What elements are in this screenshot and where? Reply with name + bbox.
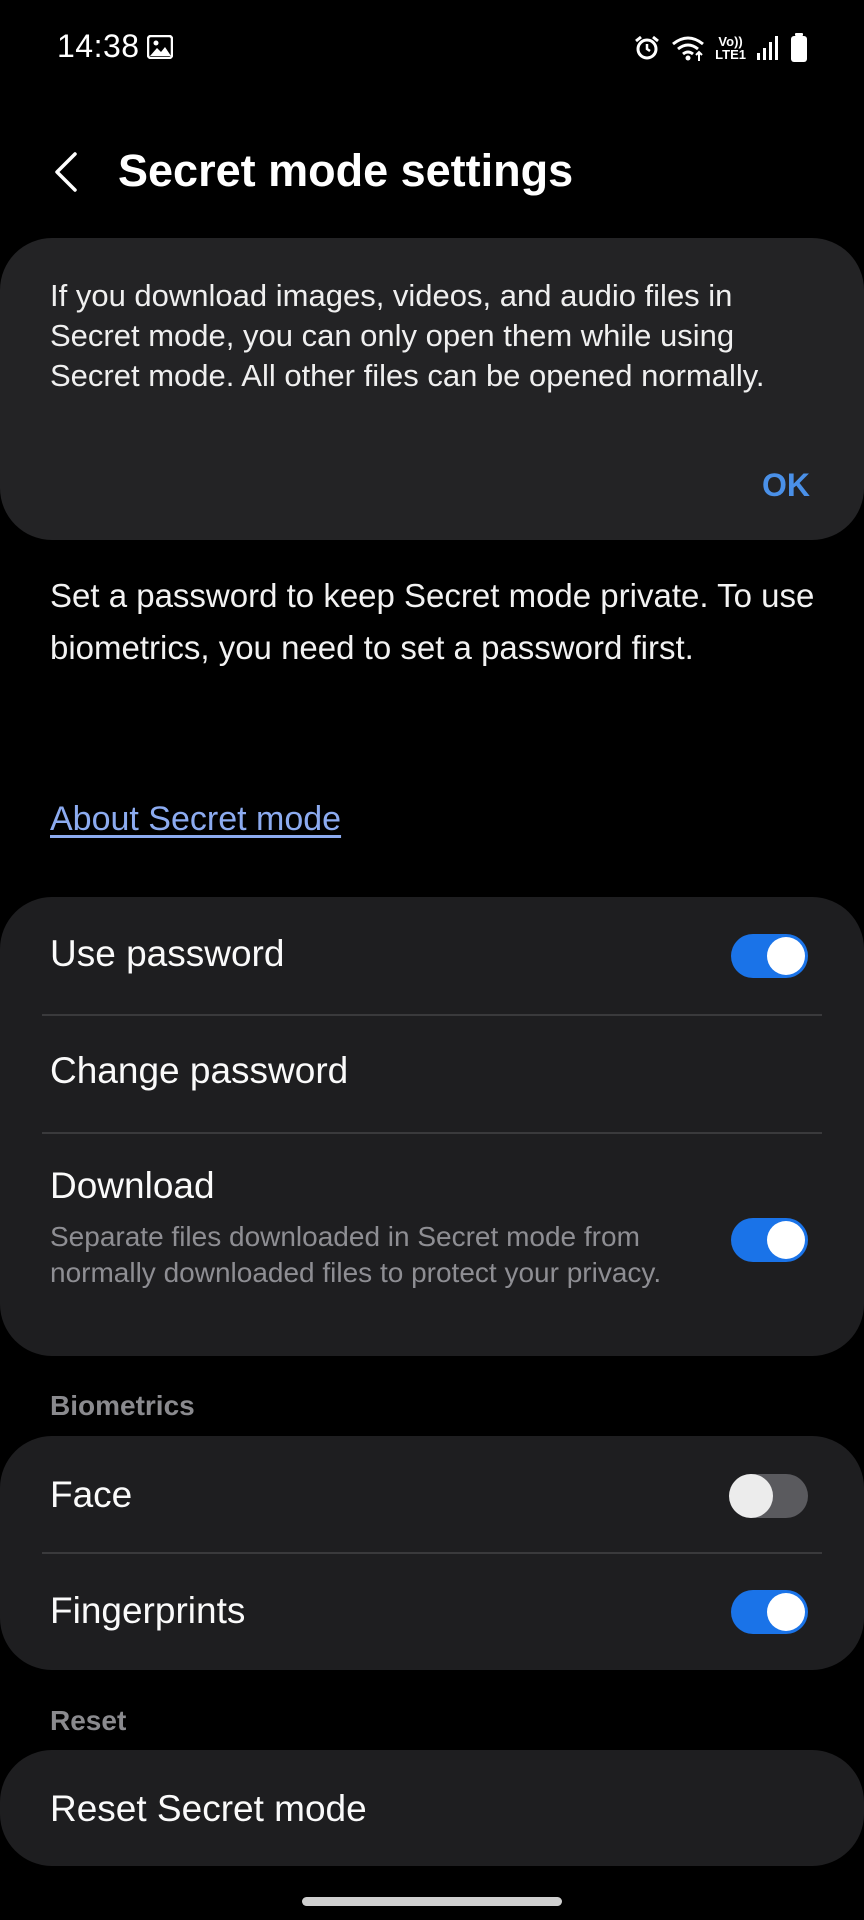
use-password-label: Use password <box>50 933 285 974</box>
notice-text: If you download images, videos, and audi… <box>50 278 765 393</box>
notice-ok-button[interactable]: OK <box>762 467 810 504</box>
fingerprints-label: Fingerprints <box>50 1590 246 1631</box>
gallery-notification-icon <box>146 34 174 60</box>
toggle-knob <box>767 937 805 975</box>
face-toggle[interactable] <box>729 1474 808 1518</box>
volte-icon: Vo)) LTE1 <box>715 35 746 61</box>
face-row[interactable]: Face <box>0 1436 864 1553</box>
status-icons: Vo)) LTE1 <box>633 30 808 66</box>
reset-secret-mode-label: Reset Secret mode <box>50 1788 367 1829</box>
intro-text: Set a password to keep Secret mode priva… <box>50 577 815 666</box>
biometrics-section-header: Biometrics <box>50 1390 195 1421</box>
download-row[interactable]: Download Separate files downloaded in Se… <box>0 1134 864 1356</box>
change-password-label: Change password <box>50 1050 349 1091</box>
about-secret-mode-link[interactable]: About Secret mode <box>50 800 341 839</box>
password-settings-group: Use password Change password Download Se… <box>0 897 864 1356</box>
back-button[interactable] <box>44 148 88 196</box>
change-password-row[interactable]: Change password <box>0 1016 864 1132</box>
use-password-toggle[interactable] <box>731 934 808 978</box>
reset-section-header: Reset <box>50 1705 127 1736</box>
download-description: Separate files downloaded in Secret mode… <box>50 1221 662 1288</box>
fingerprints-toggle[interactable] <box>731 1590 808 1634</box>
status-bar: 14:38 Vo)) LTE1 <box>0 0 864 96</box>
home-indicator[interactable] <box>302 1897 562 1906</box>
reset-group: Reset Secret mode <box>0 1750 864 1866</box>
face-label: Face <box>50 1474 133 1515</box>
toggle-knob <box>767 1221 805 1259</box>
toggle-knob <box>729 1474 773 1518</box>
use-password-row[interactable]: Use password <box>0 897 864 1015</box>
lte-label: LTE1 <box>715 47 746 62</box>
page-title: Secret mode settings <box>118 145 574 196</box>
biometrics-group: Face Fingerprints <box>0 1436 864 1670</box>
back-arrow-icon <box>55 152 77 192</box>
battery-icon <box>790 33 808 63</box>
reset-secret-mode-row[interactable]: Reset Secret mode <box>0 1750 864 1866</box>
alarm-icon <box>633 34 661 62</box>
fingerprints-row[interactable]: Fingerprints <box>0 1554 864 1670</box>
wifi-icon <box>671 34 705 62</box>
signal-icon <box>756 35 780 61</box>
download-label: Download <box>50 1165 215 1206</box>
toggle-knob <box>767 1593 805 1631</box>
download-toggle[interactable] <box>731 1218 808 1262</box>
status-time: 14:38 <box>57 28 140 64</box>
